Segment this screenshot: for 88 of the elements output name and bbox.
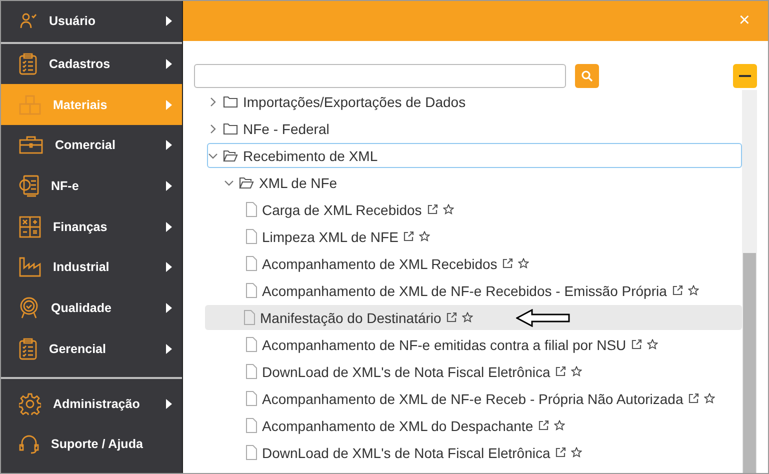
external-link-icon[interactable] bbox=[555, 366, 566, 377]
folder-icon bbox=[223, 122, 238, 134]
tree-item[interactable]: Carga de XML Recebidos bbox=[207, 197, 742, 222]
external-link-icon[interactable] bbox=[631, 339, 642, 350]
tree-item[interactable]: Acompanhamento de XML de NF-e Recebidos - Emissão Própria bbox=[207, 278, 742, 303]
caret-right-icon bbox=[166, 398, 172, 409]
caret-right-icon bbox=[166, 59, 172, 70]
caret-right-icon bbox=[166, 181, 172, 192]
chevron-down-icon[interactable] bbox=[224, 178, 234, 188]
document-icon bbox=[244, 310, 255, 325]
open-folder-icon bbox=[239, 176, 254, 188]
chevron-right-icon[interactable] bbox=[208, 124, 218, 134]
tree-item[interactable]: XML de NFe bbox=[207, 170, 742, 195]
invoice-icon bbox=[19, 175, 39, 198]
caret-right-icon bbox=[166, 140, 172, 150]
star-icon[interactable] bbox=[462, 312, 474, 323]
tree-item[interactable]: Recebimento de XML bbox=[207, 143, 742, 168]
clipboard-icon bbox=[19, 338, 37, 360]
caret-right-icon bbox=[166, 100, 172, 110]
document-icon bbox=[246, 202, 257, 217]
collapse-button[interactable] bbox=[733, 64, 757, 88]
external-link-icon[interactable] bbox=[672, 285, 683, 296]
external-link-icon[interactable] bbox=[446, 312, 458, 323]
tree-item[interactable]: Acompanhamento de XML Recebidos bbox=[207, 251, 742, 276]
document-icon bbox=[246, 364, 257, 379]
tree-item[interactable]: DownLoad de XML's de Nota Fiscal Eletrônica bbox=[207, 440, 742, 465]
caret-right-icon bbox=[166, 303, 172, 314]
document-icon bbox=[246, 229, 257, 244]
external-link-icon[interactable] bbox=[403, 231, 414, 242]
sidebar-item[interactable]: Qualidade bbox=[1, 288, 182, 328]
clipboard-icon bbox=[19, 53, 37, 76]
tree-item[interactable]: Acompanhamento de XML de NF-e Receb - Própria Não Autorizada bbox=[207, 386, 742, 411]
caret-right-icon bbox=[166, 262, 172, 272]
star-icon[interactable] bbox=[518, 258, 530, 269]
star-icon[interactable] bbox=[647, 339, 658, 350]
star-icon[interactable] bbox=[571, 366, 582, 377]
briefcase-icon bbox=[19, 136, 43, 154]
headset-icon bbox=[19, 434, 39, 454]
factory-icon bbox=[19, 257, 41, 278]
search-field[interactable] bbox=[194, 64, 566, 88]
tree-item[interactable]: Manifestação do Destinatário bbox=[205, 305, 742, 330]
external-link-icon[interactable] bbox=[538, 420, 550, 431]
sidebar-item[interactable]: Finanças bbox=[1, 206, 182, 248]
caret-right-icon bbox=[166, 16, 172, 26]
chevron-right-icon[interactable] bbox=[208, 96, 218, 106]
user-icon bbox=[19, 12, 37, 30]
sidebar-item[interactable]: Usuário bbox=[1, 1, 182, 42]
open-folder-icon bbox=[223, 150, 238, 162]
sidebar-item[interactable]: Suporte / Ajuda bbox=[1, 424, 182, 465]
tree-item[interactable]: DownLoad de XML's de Nota Fiscal Eletrônica bbox=[207, 359, 742, 384]
scrollbar[interactable] bbox=[742, 90, 757, 473]
star-icon[interactable] bbox=[419, 231, 430, 242]
star-icon[interactable] bbox=[704, 393, 716, 404]
caret-right-icon bbox=[166, 222, 172, 232]
sidebar-item[interactable]: Gerencial bbox=[1, 328, 182, 370]
sidebar-item[interactable]: Industrial bbox=[1, 247, 182, 288]
star-icon[interactable] bbox=[554, 420, 566, 431]
sidebar-item[interactable]: Administração bbox=[1, 383, 182, 424]
document-icon bbox=[246, 445, 257, 460]
external-link-icon[interactable] bbox=[555, 447, 566, 458]
document-icon bbox=[246, 283, 257, 298]
document-icon bbox=[246, 418, 257, 433]
star-icon[interactable] bbox=[442, 204, 454, 215]
minus-icon bbox=[739, 75, 751, 77]
tree-item[interactable]: Acompanhamento de NF-e emitidas contra a filial por NSU bbox=[207, 332, 742, 357]
star-icon[interactable] bbox=[688, 285, 699, 296]
sidebar-item[interactable]: NF-e bbox=[1, 166, 182, 206]
tree-item[interactable]: Acompanhamento de XML do Despachante bbox=[207, 413, 742, 438]
document-icon bbox=[246, 391, 257, 406]
gear-icon bbox=[19, 392, 41, 415]
external-link-icon[interactable] bbox=[502, 258, 514, 269]
folder-icon bbox=[223, 96, 238, 108]
caret-right-icon bbox=[166, 344, 172, 354]
tree-item[interactable]: Limpeza XML de NFE bbox=[207, 224, 742, 249]
search-icon bbox=[581, 70, 593, 82]
sidebar-item[interactable]: Cadastros bbox=[1, 44, 182, 84]
document-icon bbox=[246, 256, 257, 271]
arrow-drawing bbox=[516, 308, 570, 326]
document-icon bbox=[246, 337, 257, 352]
chevron-down-icon[interactable] bbox=[208, 150, 218, 160]
star-icon[interactable] bbox=[571, 447, 582, 458]
tree-item[interactable]: Importações/Exportações de Dados bbox=[207, 89, 742, 114]
sidebar-item[interactable]: Comercial bbox=[1, 125, 182, 166]
external-link-icon[interactable] bbox=[688, 393, 700, 404]
calculator-icon bbox=[19, 216, 41, 238]
external-link-icon[interactable] bbox=[426, 204, 438, 215]
tree-item[interactable]: NFe - Federal bbox=[207, 116, 742, 141]
badge-icon bbox=[19, 297, 39, 320]
